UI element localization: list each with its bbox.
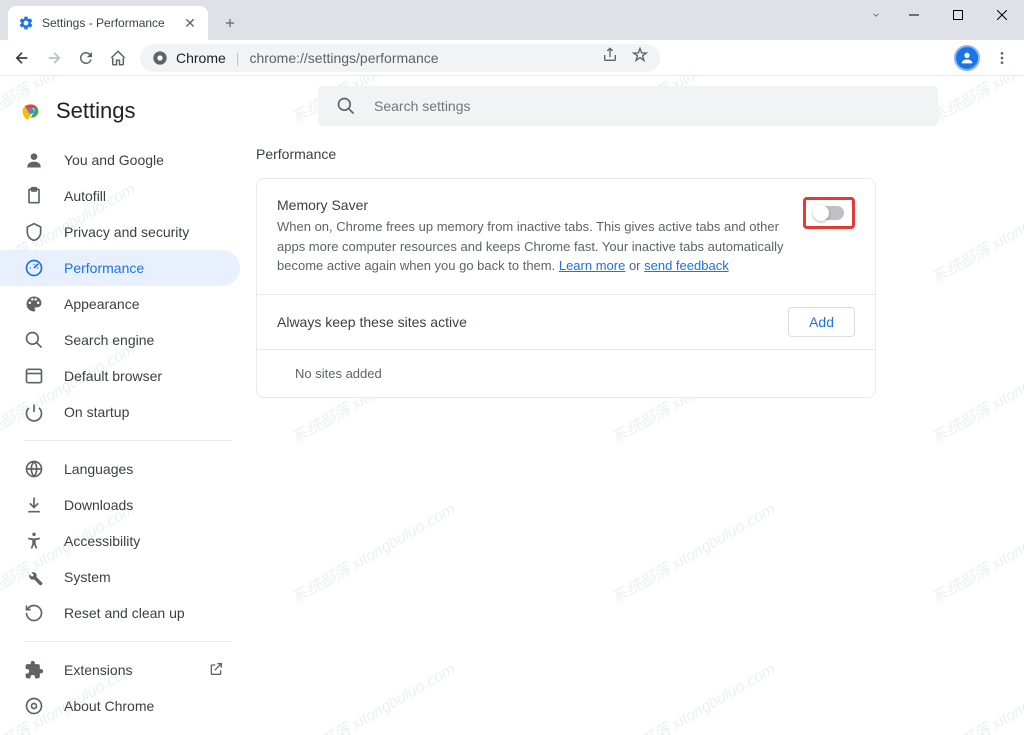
clipboard-icon (24, 186, 44, 206)
share-icon[interactable] (602, 47, 618, 68)
titlebar: Settings - Performance ✕ (0, 0, 1024, 40)
sidebar-item-you-and-google[interactable]: You and Google (0, 142, 240, 178)
section-title: Performance (256, 146, 1000, 162)
sidebar-item-label: Privacy and security (64, 224, 189, 240)
globe-icon (24, 459, 44, 479)
maximize-button[interactable] (936, 0, 980, 30)
learn-more-link[interactable]: Learn more (559, 258, 625, 273)
sidebar-item-default-browser[interactable]: Default browser (0, 358, 240, 394)
browser-tab[interactable]: Settings - Performance ✕ (8, 6, 208, 40)
close-button[interactable] (980, 0, 1024, 30)
sidebar-item-label: Search engine (64, 332, 154, 348)
send-feedback-link[interactable]: send feedback (644, 258, 729, 273)
omnibox[interactable]: Chrome | chrome://settings/performance (140, 44, 660, 72)
sidebar-item-label: Default browser (64, 368, 162, 384)
minimize-button[interactable] (892, 0, 936, 30)
toggle-knob (813, 205, 829, 221)
sidebar-item-label: Extensions (64, 662, 132, 678)
sidebar-item-label: Accessibility (64, 533, 140, 549)
omnibox-text: Chrome | chrome://settings/performance (176, 50, 602, 66)
sidebar-item-label: About Chrome (64, 698, 154, 714)
sidebar-item-accessibility[interactable]: Accessibility (0, 523, 240, 559)
search-icon (24, 330, 44, 350)
sidebar-item-on-startup[interactable]: On startup (0, 394, 240, 430)
shield-icon (24, 222, 44, 242)
bookmark-icon[interactable] (632, 47, 648, 68)
avatar[interactable] (954, 45, 980, 71)
menu-button[interactable] (988, 44, 1016, 72)
browser-icon (24, 366, 44, 386)
memory-saver-description: When on, Chrome frees up memory from ina… (277, 217, 789, 276)
sidebar-item-label: Autofill (64, 188, 106, 204)
sidebar-item-label: Languages (64, 461, 133, 477)
wrench-icon (24, 567, 44, 587)
empty-state: No sites added (257, 350, 875, 397)
power-icon (24, 402, 44, 422)
sidebar-item-label: Reset and clean up (64, 605, 185, 621)
search-settings[interactable] (318, 86, 938, 126)
chrome-logo (20, 100, 42, 122)
settings-header: Settings (0, 92, 248, 142)
performance-card: Memory Saver When on, Chrome frees up me… (256, 178, 876, 398)
memory-saver-row: Memory Saver When on, Chrome frees up me… (257, 179, 875, 295)
sidebar-item-extensions[interactable]: Extensions (0, 652, 240, 688)
memory-saver-toggle[interactable] (814, 206, 844, 220)
reload-button[interactable] (72, 44, 100, 72)
tab-title: Settings - Performance (42, 16, 182, 30)
accessibility-icon (24, 531, 44, 551)
sidebar-item-system[interactable]: System (0, 559, 240, 595)
sidebar-item-reset[interactable]: Reset and clean up (0, 595, 240, 631)
page-title: Settings (56, 98, 136, 124)
sidebar-item-languages[interactable]: Languages (0, 451, 240, 487)
sidebar-item-downloads[interactable]: Downloads (0, 487, 240, 523)
speedometer-icon (24, 258, 44, 278)
caret-down-icon[interactable] (860, 0, 892, 30)
external-link-icon (208, 661, 224, 680)
forward-button[interactable] (40, 44, 68, 72)
search-icon (336, 96, 356, 116)
chrome-icon (152, 50, 168, 66)
main-content: Performance Memory Saver When on, Chrome… (256, 76, 1024, 735)
search-input[interactable] (374, 98, 920, 114)
home-button[interactable] (104, 44, 132, 72)
sidebar-item-label: Performance (64, 260, 144, 276)
toolbar: Chrome | chrome://settings/performance (0, 40, 1024, 76)
toggle-highlight (803, 197, 855, 229)
close-icon[interactable]: ✕ (182, 15, 198, 31)
download-icon (24, 495, 44, 515)
sidebar-item-privacy[interactable]: Privacy and security (0, 214, 240, 250)
always-active-title: Always keep these sites active (277, 314, 467, 330)
divider (24, 440, 232, 441)
restore-icon (24, 603, 44, 623)
sidebar-item-appearance[interactable]: Appearance (0, 286, 240, 322)
person-icon (24, 150, 44, 170)
sidebar-item-performance[interactable]: Performance (0, 250, 240, 286)
sidebar-item-label: You and Google (64, 152, 164, 168)
sidebar-item-autofill[interactable]: Autofill (0, 178, 240, 214)
sidebar-item-label: Downloads (64, 497, 133, 513)
back-button[interactable] (8, 44, 36, 72)
memory-saver-title: Memory Saver (277, 197, 789, 213)
chrome-icon (24, 696, 44, 716)
gear-icon (18, 15, 34, 31)
sidebar-item-about[interactable]: About Chrome (0, 688, 240, 724)
sidebar-item-search-engine[interactable]: Search engine (0, 322, 240, 358)
always-active-row: Always keep these sites active Add (257, 295, 875, 350)
divider (24, 641, 232, 642)
window-controls (860, 0, 1024, 40)
sidebar: Settings You and Google Autofill Privacy… (0, 76, 256, 735)
puzzle-icon (24, 660, 44, 680)
palette-icon (24, 294, 44, 314)
add-button[interactable]: Add (788, 307, 855, 337)
sidebar-item-label: System (64, 569, 111, 585)
new-tab-button[interactable] (216, 9, 244, 37)
sidebar-item-label: On startup (64, 404, 129, 420)
sidebar-item-label: Appearance (64, 296, 140, 312)
